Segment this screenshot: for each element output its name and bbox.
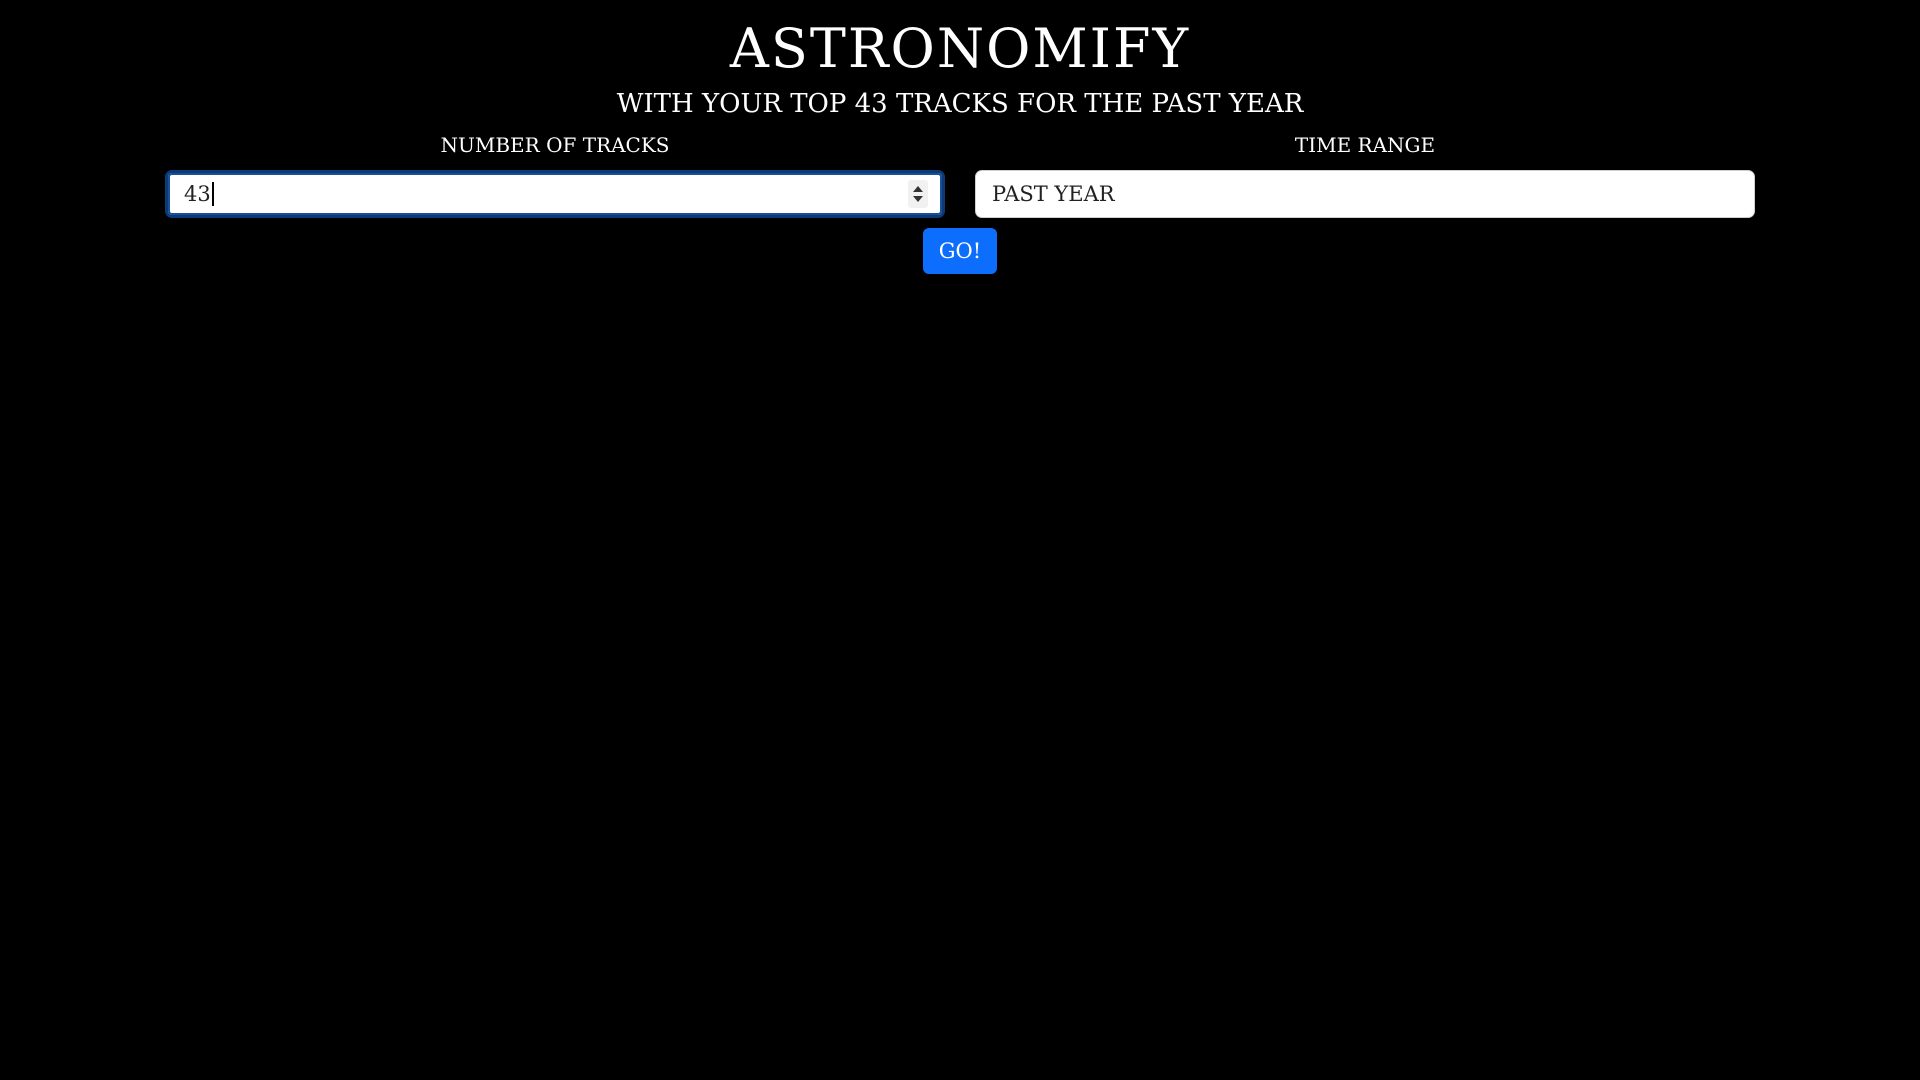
tracks-input-value: 43 bbox=[184, 182, 211, 206]
go-button[interactable]: GO! bbox=[923, 228, 997, 274]
page-subtitle: WITH YOUR TOP 43 TRACKS FOR THE PAST YEA… bbox=[616, 89, 1304, 119]
chevron-up-icon[interactable] bbox=[913, 186, 923, 192]
tracks-label: NUMBER OF TRACKS bbox=[440, 133, 670, 157]
text-caret bbox=[211, 182, 214, 206]
time-range-label: TIME RANGE bbox=[1294, 133, 1436, 157]
page-title: ASTRONOMIFY bbox=[729, 17, 1191, 80]
tracks-stepper[interactable] bbox=[908, 180, 928, 208]
time-range-value: PAST YEAR bbox=[992, 182, 1115, 206]
time-range-select[interactable]: PAST YEAR bbox=[975, 170, 1755, 218]
chevron-down-icon[interactable] bbox=[913, 196, 923, 202]
tracks-input[interactable]: 43 bbox=[165, 170, 945, 218]
